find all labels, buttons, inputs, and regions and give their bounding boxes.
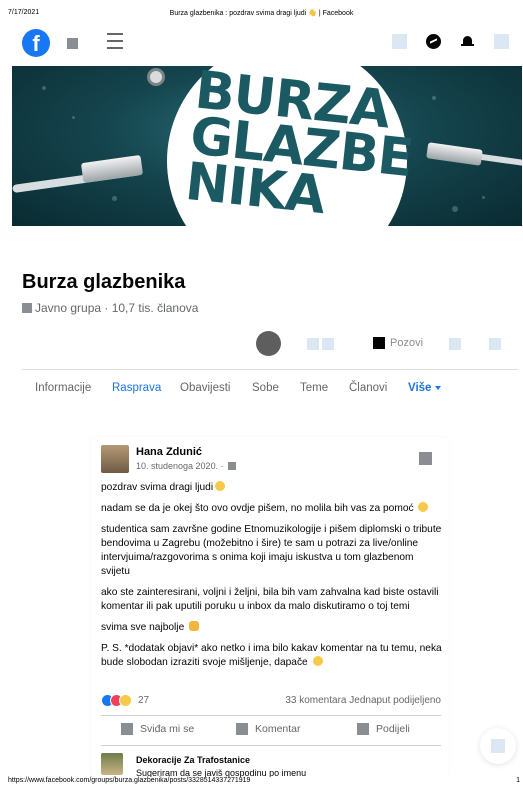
print-footer: https://www.facebook.com/groups/burza.gl…	[0, 777, 523, 785]
waving-hand-emoji-icon	[215, 481, 226, 491]
cover-logo-text: BURZA GLAZBE NIKA	[182, 66, 416, 226]
globe-icon	[22, 303, 32, 313]
tab-more[interactable]: Više	[408, 382, 442, 394]
tab-clanovi[interactable]: Članovi	[349, 382, 387, 394]
joined-icon[interactable]	[322, 338, 334, 350]
search-icon[interactable]	[67, 38, 78, 49]
join-icon[interactable]	[307, 338, 319, 350]
grinning-sweat-emoji-icon	[312, 656, 323, 666]
post-paragraph: ako ste zainteresirani, voljni i željni,…	[101, 587, 439, 612]
commenter-name[interactable]: Dekoracije Za Trafostanice	[136, 755, 250, 765]
post-action-buttons: Sviđa mi se Komentar Podijeli	[101, 721, 441, 741]
post-paragraph: pozdrav svima dragi ljudi	[101, 481, 443, 495]
share-icon[interactable]	[449, 338, 461, 350]
audience-globe-icon	[227, 462, 236, 470]
top-navigation-bar: f	[0, 26, 523, 60]
divider	[101, 715, 441, 716]
tab-more-label: Više	[408, 382, 432, 394]
share-label: Podijeli	[376, 723, 410, 735]
haha-reaction-icon[interactable]	[119, 694, 132, 707]
post-paragraph-text: svima sve najbolje	[101, 622, 185, 633]
reactions-bar: 27 33 komentara Jednaput podijeljeno	[101, 693, 441, 709]
post-card: Hana Zdunić 10. studenoga 2020. · pozdra…	[91, 437, 449, 777]
post-body: pozdrav svima dragi ljudi nadam se da je…	[101, 481, 443, 677]
menu-icon[interactable]	[107, 33, 123, 51]
invite-plus-icon	[373, 337, 385, 349]
messenger-icon[interactable]	[426, 34, 441, 49]
post-paragraph: P. S. *dodatak objavi* ako netko i ima b…	[101, 642, 443, 670]
group-title[interactable]: Burza glazbenika	[22, 271, 185, 294]
group-meta: Javno grupa · 10,7 tis. članova	[22, 301, 198, 315]
more-options-icon[interactable]	[489, 338, 501, 350]
commenter-avatar[interactable]	[101, 753, 123, 775]
account-icon[interactable]	[494, 34, 509, 49]
invite-label: Pozovi	[390, 337, 424, 349]
reaction-count[interactable]: 27	[138, 695, 149, 706]
folded-hands-emoji-icon	[189, 621, 200, 631]
post-date-text[interactable]: 10. studenoga 2020. ·	[136, 461, 224, 471]
group-meta-text: Javno grupa · 10,7 tis. članova	[35, 301, 199, 315]
tab-informacije[interactable]: Informacije	[35, 382, 91, 394]
tabs-divider	[22, 369, 518, 370]
post-date: 10. studenoga 2020. ·	[136, 461, 236, 471]
audio-plug-right	[426, 142, 483, 166]
thumbs-up-icon	[121, 723, 133, 735]
compose-icon	[491, 739, 505, 753]
comment-icon	[236, 723, 248, 735]
post-paragraph: svima sve najbolje	[101, 621, 443, 635]
tab-rasprava[interactable]: Rasprava	[112, 382, 161, 394]
tab-obavijesti[interactable]: Obavijesti	[180, 382, 231, 394]
apps-icon[interactable]	[392, 34, 407, 49]
author-avatar[interactable]	[101, 445, 129, 473]
group-cover-photo: BURZA GLAZBE NIKA	[12, 66, 522, 226]
like-label: Sviđa mi se	[140, 723, 195, 735]
print-title: Burza glazbenika : pozdrav svima dragi l…	[169, 10, 354, 17]
post-paragraph-text: nadam se da je okej što ovo ovdje pišem,…	[101, 503, 414, 514]
notifications-bell-icon[interactable]	[461, 35, 474, 48]
invite-button[interactable]: Pozovi	[373, 337, 423, 349]
like-button[interactable]: Sviđa mi se	[121, 723, 194, 735]
print-page-number: 1	[516, 777, 520, 784]
facebook-logo-icon[interactable]: f	[22, 29, 50, 57]
comment-label: Komentar	[255, 723, 301, 735]
post-options-icon[interactable]	[419, 452, 432, 465]
comment-text: Sugeriram da se javiš gospodinu po imenu	[136, 768, 307, 777]
chevron-down-icon	[435, 385, 442, 390]
post-paragraph-text: P. S. *dodatak objavi* ako netko i ima b…	[101, 643, 442, 668]
share-button[interactable]: Podijeli	[357, 723, 410, 735]
group-tabs: Informacije Rasprava Obavijesti Sobe Tem…	[22, 382, 518, 402]
post-paragraph: studentica sam završne godine Etnomuziko…	[101, 524, 442, 577]
member-avatar[interactable]	[256, 331, 281, 356]
audio-plug-left	[80, 154, 144, 184]
smiling-face-emoji-icon	[418, 502, 429, 512]
post-author[interactable]: Hana Zdunić	[136, 446, 202, 458]
share-arrow-icon	[357, 723, 369, 735]
tab-sobe[interactable]: Sobe	[252, 382, 279, 394]
group-actions: Pozovi	[0, 330, 523, 358]
audio-jack	[147, 68, 165, 86]
post-paragraph-text: pozdrav svima dragi ljudi	[101, 482, 214, 493]
post-paragraph: nadam se da je okej što ovo ovdje pišem,…	[101, 502, 443, 516]
tab-teme[interactable]: Teme	[300, 382, 328, 394]
comment-button[interactable]: Komentar	[236, 723, 301, 735]
comments-shares-count[interactable]: 33 komentara Jednaput podijeljeno	[285, 695, 441, 706]
divider	[101, 745, 441, 746]
print-url: https://www.facebook.com/groups/burza.gl…	[8, 777, 251, 784]
print-header: 7/17/2021 Burza glazbenika : pozdrav svi…	[0, 9, 523, 21]
new-message-button[interactable]	[480, 728, 516, 764]
